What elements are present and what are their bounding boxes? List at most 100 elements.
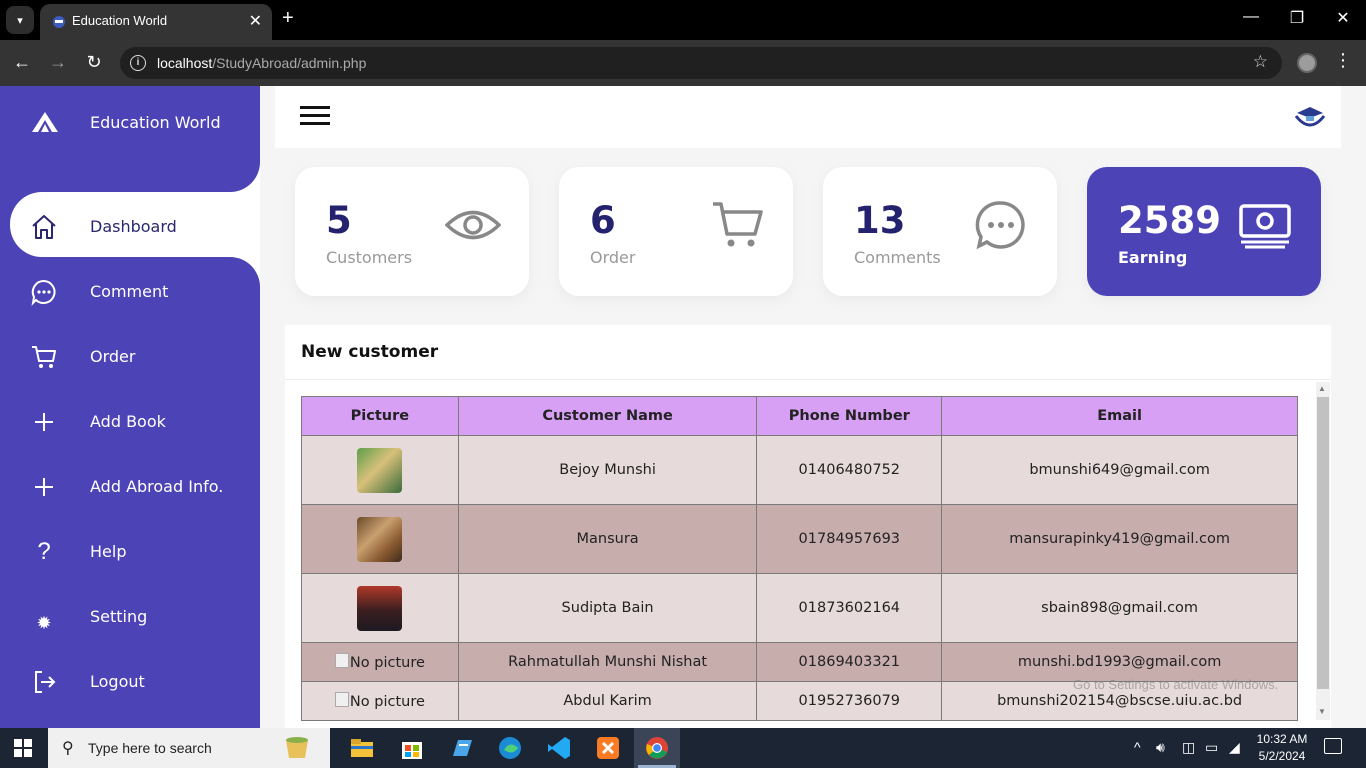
vscode-icon[interactable] [545, 734, 573, 762]
brand-name: Education World [90, 113, 221, 132]
taskbar-search-input[interactable]: ⚲ Type here to search [48, 728, 330, 768]
card-caption: Order [590, 248, 636, 267]
tray-overflow-icon[interactable]: ^ [1134, 739, 1141, 755]
picture-cell [301, 435, 459, 505]
volume-icon[interactable]: 🔊︎ [1156, 739, 1165, 756]
xampp-icon[interactable] [594, 734, 622, 762]
money-icon [1239, 204, 1291, 249]
phone-cell: 01869403321 [756, 642, 943, 682]
name-cell: Rahmatullah Munshi Nishat [457, 642, 758, 682]
url-text: localhost/StudyAbroad/admin.php [157, 55, 367, 71]
order-card[interactable]: 6 Order [559, 167, 793, 296]
app-icon[interactable] [448, 734, 476, 762]
browser-tab-strip: ▾ Education World ✕ + — ❐ ✕ [0, 0, 1366, 40]
chat-icon [975, 201, 1025, 250]
restore-icon[interactable]: ❐ [1282, 8, 1312, 28]
sidebar-item-order[interactable]: Order [0, 329, 260, 385]
search-placeholder: Type here to search [88, 740, 212, 756]
chrome-icon[interactable] [643, 734, 671, 762]
email-cell: mansurapinky419@gmail.com [941, 504, 1298, 574]
card-number: 2589 [1118, 199, 1221, 242]
reload-icon[interactable]: ↻ [82, 52, 106, 73]
question-icon: ? [37, 538, 51, 565]
card-caption: Customers [326, 248, 413, 267]
card-number: 5 [326, 199, 352, 242]
sidebar-item-label: Comment [90, 282, 169, 301]
sidebar-item-comment[interactable]: Comment [0, 264, 260, 320]
table-header-row: Picture Customer Name Phone Number Email [301, 396, 1298, 436]
email-cell: munshi.bd1993@gmail.com [941, 642, 1298, 682]
wifi-icon[interactable]: ◢ [1229, 739, 1240, 756]
tab-title: Education World [72, 13, 168, 28]
site-info-icon[interactable]: i [130, 55, 146, 71]
new-tab-icon[interactable]: + [282, 7, 294, 30]
user-logo-icon[interactable] [1293, 104, 1327, 132]
clock-date: 5/2/2024 [1258, 749, 1306, 763]
clock[interactable]: 10:32 AM 5/2/2024 [1252, 731, 1312, 765]
customers-card[interactable]: 5 Customers [295, 167, 529, 296]
sidebar-item-help[interactable]: ? Help [0, 524, 260, 580]
tab-close-icon[interactable]: ✕ [249, 11, 262, 31]
file-explorer-icon[interactable] [348, 734, 376, 762]
table-row: Bejoy Munshi 01406480752 bmunshi649@gmai… [301, 435, 1298, 505]
picture-cell [301, 573, 459, 643]
phone-cell: 01406480752 [756, 435, 943, 505]
name-cell: Mansura [457, 504, 758, 574]
sidebar-item-logout[interactable]: Logout [0, 654, 260, 710]
edge-icon[interactable] [496, 734, 524, 762]
scroll-up-icon[interactable]: ▲ [1318, 384, 1326, 393]
comments-card[interactable]: 13 Comments [823, 167, 1057, 296]
search-highlight-icon [286, 737, 308, 758]
minimize-icon[interactable]: — [1236, 8, 1266, 26]
name-cell: Abdul Karim [457, 681, 758, 721]
column-header: Email [941, 396, 1298, 436]
device-icon[interactable]: ◫ [1182, 739, 1195, 756]
sidebar-item-label: Logout [90, 672, 145, 691]
profile-avatar[interactable] [1297, 53, 1317, 73]
home-icon [32, 215, 56, 239]
menu-toggle-icon[interactable] [300, 106, 330, 126]
sidebar-item-label: Order [90, 347, 136, 366]
battery-icon[interactable]: ▭ [1205, 739, 1218, 756]
tab-search-button[interactable]: ▾ [6, 6, 34, 34]
sidebar-item-label: Dashboard [90, 217, 177, 236]
scroll-down-icon[interactable]: ▼ [1318, 707, 1326, 716]
customer-avatar [357, 447, 403, 493]
sidebar-item-add-abroad-info[interactable]: Add Abroad Info. [0, 459, 260, 515]
broken-image-alt: No picture [335, 692, 425, 710]
customer-avatar [357, 585, 403, 631]
bookmark-star-icon[interactable]: ☆ [1253, 52, 1268, 72]
divider [285, 379, 1331, 380]
back-icon[interactable]: ← [10, 52, 34, 73]
phone-cell: 01873602164 [756, 573, 943, 643]
favicon-icon [53, 16, 65, 28]
browser-tab[interactable]: Education World ✕ [40, 4, 272, 40]
notification-icon[interactable] [1324, 738, 1342, 754]
column-header: Picture [301, 396, 459, 436]
search-icon: ⚲ [62, 740, 74, 757]
windows-start-icon[interactable] [14, 739, 32, 757]
column-header: Customer Name [457, 396, 758, 436]
scrollbar-thumb[interactable] [1317, 397, 1329, 689]
card-number: 6 [590, 199, 616, 242]
panel-title: New customer [301, 342, 439, 362]
email-cell: bmunshi649@gmail.com [941, 435, 1298, 505]
name-cell: Sudipta Bain [457, 573, 758, 643]
store-icon[interactable] [398, 734, 426, 762]
eye-icon [445, 210, 501, 240]
logout-icon [35, 671, 56, 693]
sidebar-item-add-book[interactable]: Add Book [0, 394, 260, 450]
customer-avatar [357, 516, 403, 562]
forward-icon[interactable]: → [46, 52, 70, 73]
url-field[interactable]: i localhost/StudyAbroad/admin.php ☆ [120, 47, 1282, 79]
window-close-icon[interactable]: ✕ [1328, 8, 1358, 28]
sidebar-item-label: Add Book [90, 412, 166, 431]
browser-menu-icon[interactable]: ⋮ [1334, 50, 1352, 71]
card-caption: Comments [854, 248, 941, 267]
earning-card[interactable]: 2589 Earning [1087, 167, 1321, 296]
sidebar-item-setting[interactable]: ✹ Setting [0, 589, 260, 645]
table-row: Sudipta Bain 01873602164 sbain898@gmail.… [301, 573, 1298, 643]
cart-icon [32, 346, 56, 368]
card-number: 13 [854, 199, 906, 242]
sidebar-item-dashboard[interactable]: Dashboard [0, 199, 260, 255]
